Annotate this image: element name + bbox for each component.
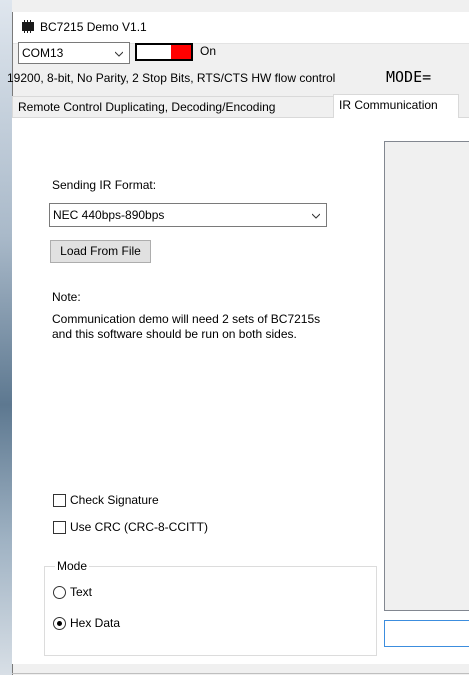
note-label: Note: [52, 290, 81, 304]
com-port-select[interactable]: COM13 [18, 42, 130, 64]
check-signature-label: Check Signature [70, 493, 159, 507]
format-label: Sending IR Format: [52, 178, 157, 192]
ir-format-value: NEC 440bps-890bps [53, 208, 165, 222]
tab-strip: Remote Control Duplicating, Decoding/Enc… [0, 94, 459, 118]
chevron-down-icon [115, 51, 123, 57]
mode-text-radio[interactable] [53, 586, 66, 599]
tab-remote-control[interactable]: Remote Control Duplicating, Decoding/Enc… [12, 96, 334, 117]
load-from-file-button[interactable]: Load From File [50, 240, 151, 263]
mode-readout: MODE= [386, 68, 432, 86]
window-bottom-border [12, 673, 469, 674]
received-data-display[interactable] [384, 141, 469, 611]
use-crc-label: Use CRC (CRC-8-CCITT) [70, 520, 208, 534]
note-text: Communication demo will need 2 sets of B… [52, 312, 321, 341]
connection-switch[interactable] [135, 43, 193, 61]
title-bar[interactable]: BC7215 Demo V1.1 [13, 12, 469, 44]
mode-group-title: Mode [55, 559, 90, 573]
chevron-down-icon [312, 213, 320, 219]
app-icon [22, 20, 34, 33]
use-crc-checkbox[interactable] [53, 521, 66, 534]
switch-label: On [200, 44, 217, 58]
com-port-value: COM13 [22, 46, 64, 60]
check-signature-checkbox[interactable] [53, 494, 66, 507]
mode-text-label: Text [70, 585, 93, 599]
tab-ir-communication[interactable]: IR Communication [333, 94, 459, 118]
switch-indicator [171, 45, 191, 59]
mode-hex-radio[interactable] [53, 617, 66, 630]
serial-info: 19200, 8-bit, No Parity, 2 Stop Bits, RT… [7, 71, 336, 85]
window-title: BC7215 Demo V1.1 [40, 20, 147, 34]
ir-format-select[interactable]: NEC 440bps-890bps [49, 203, 327, 227]
mode-group [44, 566, 377, 656]
mode-hex-label: Hex Data [70, 616, 121, 630]
send-data-input[interactable] [384, 620, 469, 647]
